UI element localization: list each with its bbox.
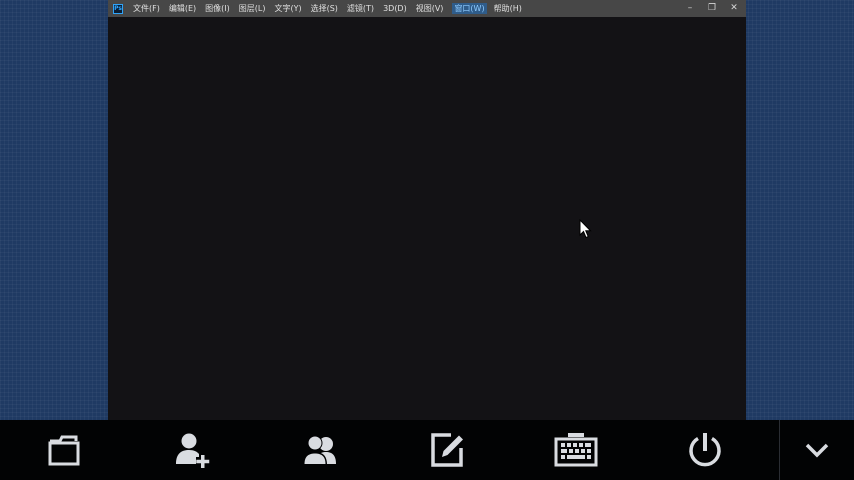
- window-icon: [48, 435, 80, 466]
- close-button[interactable]: ✕: [728, 0, 740, 17]
- menu-edit[interactable]: 编辑(E): [169, 3, 196, 14]
- menu-layer[interactable]: 图层(L): [239, 3, 266, 14]
- keyboard-icon: [554, 433, 598, 467]
- menu-3d[interactable]: 3D(D): [383, 4, 407, 13]
- taskbar: [0, 420, 854, 480]
- menu-image[interactable]: 图像(I): [205, 3, 230, 14]
- power-icon: [689, 433, 721, 467]
- collapse-button[interactable]: [792, 430, 842, 470]
- workspace-canvas[interactable]: [108, 17, 746, 420]
- mouse-cursor-icon: [579, 219, 592, 239]
- minimize-button[interactable]: –: [684, 0, 696, 17]
- power-button[interactable]: [680, 430, 730, 470]
- restore-button[interactable]: ❐: [706, 0, 718, 17]
- menu-file[interactable]: 文件(F): [133, 3, 160, 14]
- menu-type[interactable]: 文字(Y): [274, 3, 301, 14]
- chevron-down-icon: [805, 443, 829, 458]
- add-user-button[interactable]: [167, 430, 217, 470]
- edit-button[interactable]: [423, 430, 473, 470]
- taskbar-divider: [779, 420, 780, 480]
- edit-icon: [431, 433, 463, 467]
- window-controls: – ❐ ✕: [684, 0, 740, 17]
- app-logo[interactable]: Ps: [113, 3, 123, 14]
- users-icon: [303, 435, 336, 465]
- menu-window[interactable]: 窗口(W): [452, 3, 487, 14]
- windows-button[interactable]: [39, 430, 89, 470]
- keyboard-button[interactable]: [551, 430, 601, 470]
- app-window[interactable]: Ps 文件(F) 编辑(E) 图像(I) 图层(L) 文字(Y) 选择(S) 滤…: [108, 0, 746, 420]
- menu-bar: Ps 文件(F) 编辑(E) 图像(I) 图层(L) 文字(Y) 选择(S) 滤…: [108, 0, 746, 17]
- users-button[interactable]: [295, 430, 345, 470]
- menu-select[interactable]: 选择(S): [311, 3, 338, 14]
- menu-view[interactable]: 视图(V): [416, 3, 444, 14]
- add-user-icon: [176, 433, 210, 468]
- menu-help[interactable]: 帮助(H): [494, 3, 522, 14]
- menu-filter[interactable]: 滤镜(T): [347, 3, 374, 14]
